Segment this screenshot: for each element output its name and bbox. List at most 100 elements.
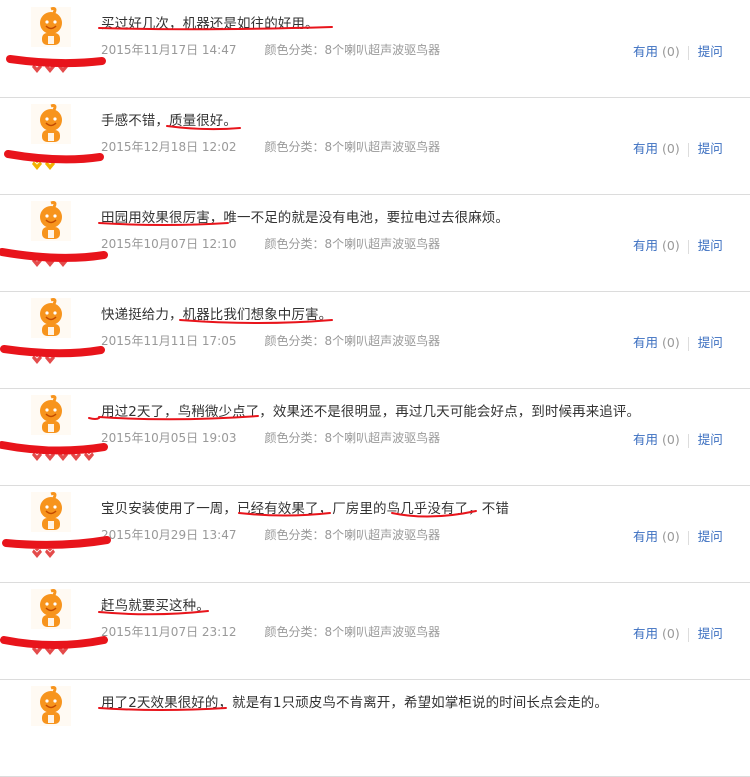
review-item: 宝贝安装使用了一周，已经有效果了，厂房里的鸟几乎没有了，不错 2015年10月29… — [0, 485, 750, 583]
review-meta: 2015年11月17日 14:47 颜色分类：8个喇叭超声波驱鸟器 — [101, 41, 440, 58]
credit-badges — [31, 256, 69, 270]
ask-button[interactable]: 提问 — [698, 432, 723, 447]
ask-button[interactable]: 提问 — [698, 141, 723, 156]
avatar[interactable] — [31, 686, 71, 726]
review-meta: 2015年11月11日 17:05 颜色分类：8个喇叭超声波驱鸟器 — [101, 332, 440, 349]
review-meta: 2015年10月07日 12:10 颜色分类：8个喇叭超声波驱鸟器 — [101, 235, 440, 252]
review-actions: 有用 (0) 提问 — [633, 332, 723, 351]
heart-badge-icon — [45, 257, 55, 267]
heart-badge-icon — [45, 63, 55, 73]
helpful-button[interactable]: 有用 — [633, 432, 658, 447]
avatar[interactable] — [31, 589, 71, 629]
review-text: 用过2天了，鸟稍微少点了，效果还不是很明显，再过几天可能会好点，到时候再来追评。 — [101, 404, 641, 420]
review-text: 宝贝安装使用了一周，已经有效果了，厂房里的鸟几乎没有了，不错 — [101, 501, 509, 517]
review-date: 2015年10月07日 12:10 — [101, 237, 237, 251]
helpful-count: (0) — [662, 335, 680, 350]
review-category: 颜色分类：8个喇叭超声波驱鸟器 — [264, 528, 441, 542]
review-item: 用了2天效果很好的，就是有1只顽皮鸟不肯离开，希望如掌柜说的时间长点会走的。 — [0, 679, 750, 777]
review-text: 田园用效果很厉害，唯一不足的就是没有电池，要拉电过去很麻烦。 — [101, 210, 509, 226]
review-category: 颜色分类：8个喇叭超声波驱鸟器 — [264, 237, 441, 251]
ask-button[interactable]: 提问 — [698, 335, 723, 350]
heart-badge-icon — [32, 548, 42, 558]
heart-badge-icon — [32, 451, 42, 461]
credit-badges — [31, 159, 56, 173]
helpful-button[interactable]: 有用 — [633, 44, 658, 59]
heart-badge-icon — [45, 160, 55, 170]
heart-badge-icon — [45, 548, 55, 558]
review-actions: 有用 (0) 提问 — [633, 526, 723, 545]
review-meta: 2015年10月29日 13:47 颜色分类：8个喇叭超声波驱鸟器 — [101, 526, 440, 543]
review-category: 颜色分类：8个喇叭超声波驱鸟器 — [264, 334, 441, 348]
review-category: 颜色分类：8个喇叭超声波驱鸟器 — [264, 431, 441, 445]
review-item: 用过2天了，鸟稍微少点了，效果还不是很明显，再过几天可能会好点，到时候再来追评。… — [0, 388, 750, 486]
divider — [687, 336, 689, 351]
review-category: 颜色分类：8个喇叭超声波驱鸟器 — [264, 140, 441, 154]
heart-badge-icon — [58, 63, 68, 73]
helpful-button[interactable]: 有用 — [633, 626, 658, 641]
review-item: 手感不错，质量很好。 2015年12月18日 12:02 颜色分类：8个喇叭超声波驱… — [0, 97, 750, 195]
review-text: 买过好几次，机器还是如往的好用。 — [101, 16, 319, 32]
heart-badge-icon — [32, 63, 42, 73]
ask-button[interactable]: 提问 — [698, 238, 723, 253]
divider — [687, 627, 689, 642]
heart-badge-icon — [45, 645, 55, 655]
review-category: 颜色分类：8个喇叭超声波驱鸟器 — [264, 625, 441, 639]
avatar[interactable] — [31, 7, 71, 47]
divider — [687, 530, 689, 545]
review-item: 田园用效果很厉害，唯一不足的就是没有电池，要拉电过去很麻烦。 2015年10月07… — [0, 194, 750, 292]
avatar[interactable] — [31, 492, 71, 532]
ask-button[interactable]: 提问 — [698, 529, 723, 544]
helpful-count: (0) — [662, 141, 680, 156]
review-actions: 有用 (0) 提问 — [633, 41, 723, 60]
review-text: 用了2天效果很好的，就是有1只顽皮鸟不肯离开，希望如掌柜说的时间长点会走的。 — [101, 695, 608, 711]
review-text: 赶鸟就要买这种。 — [101, 598, 210, 614]
helpful-count: (0) — [662, 432, 680, 447]
helpful-count: (0) — [662, 529, 680, 544]
review-text: 快递挺给力，机器比我们想象中厉害。 — [101, 307, 333, 323]
review-date: 2015年11月07日 23:12 — [101, 625, 237, 639]
credit-badges — [31, 450, 95, 464]
heart-badge-icon — [58, 645, 68, 655]
helpful-button[interactable]: 有用 — [633, 238, 658, 253]
helpful-count: (0) — [662, 626, 680, 641]
review-date: 2015年10月05日 19:03 — [101, 431, 237, 445]
review-date: 2015年10月29日 13:47 — [101, 528, 237, 542]
review-item: 快递挺给力，机器比我们想象中厉害。 2015年11月11日 17:05 颜色分类：8… — [0, 291, 750, 389]
avatar[interactable] — [31, 298, 71, 338]
heart-badge-icon — [71, 451, 81, 461]
divider — [687, 142, 689, 157]
credit-badges — [31, 644, 69, 658]
helpful-count: (0) — [662, 44, 680, 59]
heart-badge-icon — [58, 257, 68, 267]
helpful-button[interactable]: 有用 — [633, 335, 658, 350]
heart-badge-icon — [58, 451, 68, 461]
avatar[interactable] — [31, 201, 71, 241]
divider — [687, 239, 689, 254]
avatar[interactable] — [31, 104, 71, 144]
helpful-count: (0) — [662, 238, 680, 253]
review-item: 赶鸟就要买这种。 2015年11月07日 23:12 颜色分类：8个喇叭超声波驱鸟器… — [0, 582, 750, 680]
review-actions: 有用 (0) 提问 — [633, 235, 723, 254]
credit-badges — [31, 353, 56, 367]
review-meta: 2015年11月07日 23:12 颜色分类：8个喇叭超声波驱鸟器 — [101, 623, 440, 640]
helpful-button[interactable]: 有用 — [633, 141, 658, 156]
ask-button[interactable]: 提问 — [698, 626, 723, 641]
review-meta: 2015年12月18日 12:02 颜色分类：8个喇叭超声波驱鸟器 — [101, 138, 440, 155]
review-actions: 有用 (0) 提问 — [633, 623, 723, 642]
review-list: { "reviews": [ {"text":"买过好几次，机器还是如往的好用。… — [0, 0, 750, 777]
divider — [687, 45, 689, 60]
review-actions: 有用 (0) 提问 — [633, 429, 723, 448]
divider — [687, 433, 689, 448]
review-item: 买过好几次，机器还是如往的好用。 2015年11月17日 14:47 颜色分类：8个… — [0, 0, 750, 98]
heart-badge-icon — [45, 354, 55, 364]
helpful-button[interactable]: 有用 — [633, 529, 658, 544]
review-text: 手感不错，质量很好。 — [101, 113, 237, 129]
review-date: 2015年11月17日 14:47 — [101, 43, 237, 57]
heart-badge-icon — [45, 451, 55, 461]
heart-badge-icon — [32, 160, 42, 170]
heart-badge-icon — [32, 257, 42, 267]
credit-badges — [31, 62, 69, 76]
review-category: 颜色分类：8个喇叭超声波驱鸟器 — [264, 43, 441, 57]
ask-button[interactable]: 提问 — [698, 44, 723, 59]
avatar[interactable] — [31, 395, 71, 435]
